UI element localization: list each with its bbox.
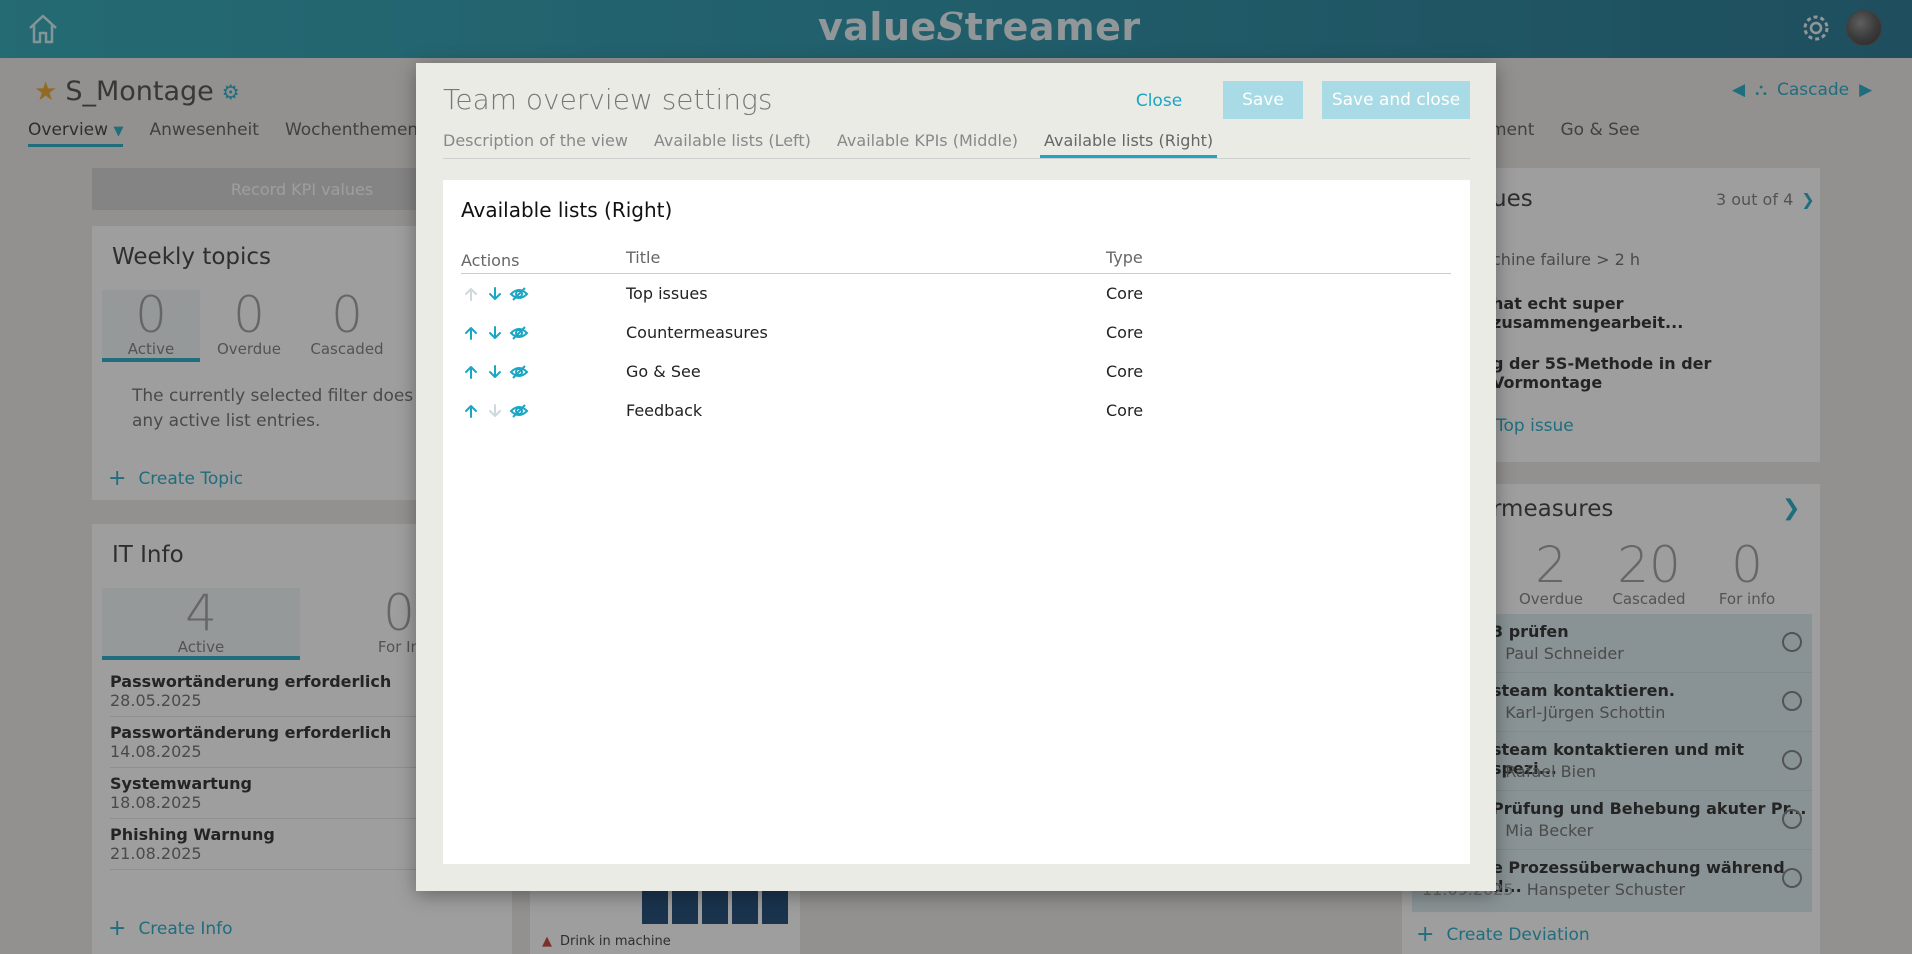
save-button[interactable]: Save xyxy=(1223,81,1303,119)
eye-off-icon[interactable] xyxy=(509,362,529,382)
save-and-close-button[interactable]: Save and close xyxy=(1322,81,1470,119)
table-header: Actions Title Type xyxy=(461,248,1451,274)
row-actions xyxy=(461,401,626,421)
dialog-title: Team overview settings xyxy=(443,83,773,116)
row-title: Top issues xyxy=(626,284,708,303)
row-title: Go & See xyxy=(626,362,701,381)
settings-tabs: Description of the view Available lists … xyxy=(443,131,1470,159)
arrow-up-icon[interactable] xyxy=(461,401,481,421)
arrow-down-icon[interactable] xyxy=(485,323,505,343)
row-actions xyxy=(461,323,626,343)
arrow-down-icon xyxy=(485,401,505,421)
arrow-down-icon[interactable] xyxy=(485,362,505,382)
row-title: Countermeasures xyxy=(626,323,768,342)
arrow-down-icon[interactable] xyxy=(485,284,505,304)
settings-panel: Available lists (Right) Actions Title Ty… xyxy=(443,180,1470,864)
column-header-type: Type xyxy=(1106,248,1143,267)
arrow-up-icon[interactable] xyxy=(461,362,481,382)
table-row: Countermeasures Core xyxy=(461,313,1451,352)
tab-description[interactable]: Description of the view xyxy=(443,131,628,158)
row-title: Feedback xyxy=(626,401,703,420)
row-type: Core xyxy=(1106,284,1144,303)
column-header-actions: Actions xyxy=(461,251,520,270)
panel-title: Available lists (Right) xyxy=(461,198,673,222)
tab-lists-right[interactable]: Available lists (Right) xyxy=(1040,131,1218,158)
row-actions xyxy=(461,284,626,304)
row-type: Core xyxy=(1106,401,1144,420)
eye-off-icon[interactable] xyxy=(509,284,529,304)
tab-kpis-middle[interactable]: Available KPIs (Middle) xyxy=(837,131,1018,158)
row-type: Core xyxy=(1106,362,1144,381)
column-header-title: Title xyxy=(626,248,661,267)
tab-lists-left[interactable]: Available lists (Left) xyxy=(654,131,811,158)
arrow-up-icon[interactable] xyxy=(461,323,481,343)
arrow-up-icon xyxy=(461,284,481,304)
eye-off-icon[interactable] xyxy=(509,401,529,421)
eye-off-icon[interactable] xyxy=(509,323,529,343)
settings-dialog: Team overview settings Close Save Save a… xyxy=(416,63,1496,891)
lists-table: Actions Title Type Top issues Core Counter… xyxy=(461,248,1451,430)
table-row: Feedback Core xyxy=(461,391,1451,430)
close-button[interactable]: Close xyxy=(1134,83,1184,119)
row-type: Core xyxy=(1106,323,1144,342)
row-actions xyxy=(461,362,626,382)
table-row: Top issues Core xyxy=(461,274,1451,313)
table-row: Go & See Core xyxy=(461,352,1451,391)
